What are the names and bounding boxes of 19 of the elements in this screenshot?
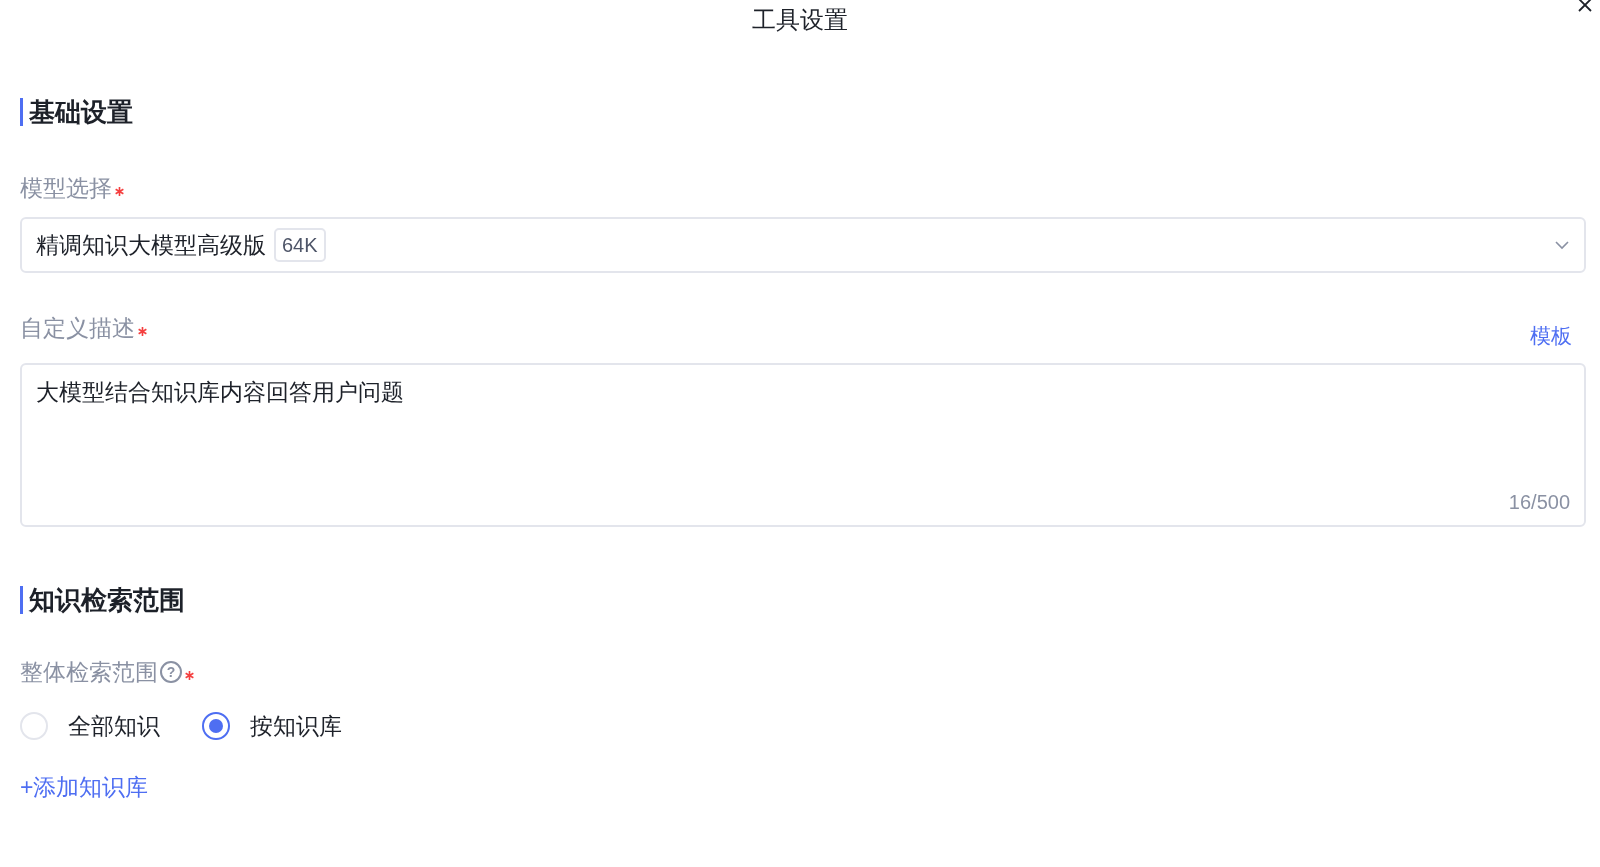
section-title: 知识检索范围 xyxy=(29,584,185,617)
add-knowledge-base-link[interactable]: +添加知识库 xyxy=(20,769,149,804)
radio-button[interactable] xyxy=(202,712,230,741)
character-counter: 16/500 xyxy=(1508,490,1570,515)
model-select[interactable]: 精调知识大模型高级版 64K xyxy=(20,217,1586,273)
description-textarea[interactable]: 大模型结合知识库内容回答用户问题 16/500 xyxy=(20,363,1586,527)
section-marker xyxy=(20,586,23,614)
section-marker xyxy=(20,98,23,126)
dialog-title: 工具设置 xyxy=(752,5,848,35)
radio-label[interactable]: 全部知识 xyxy=(68,709,160,744)
radio-label[interactable]: 按知识库 xyxy=(250,709,342,744)
close-icon[interactable] xyxy=(1578,0,1592,12)
field-label: 整体检索范围 xyxy=(20,658,158,687)
template-link[interactable]: 模板 xyxy=(1530,319,1572,351)
model-tag: 64K xyxy=(274,228,326,262)
field-label: 模型选择 xyxy=(20,174,112,203)
field-label: 自定义描述 xyxy=(20,314,135,343)
section-title: 基础设置 xyxy=(29,96,133,129)
chevron-down-icon xyxy=(1554,240,1570,250)
